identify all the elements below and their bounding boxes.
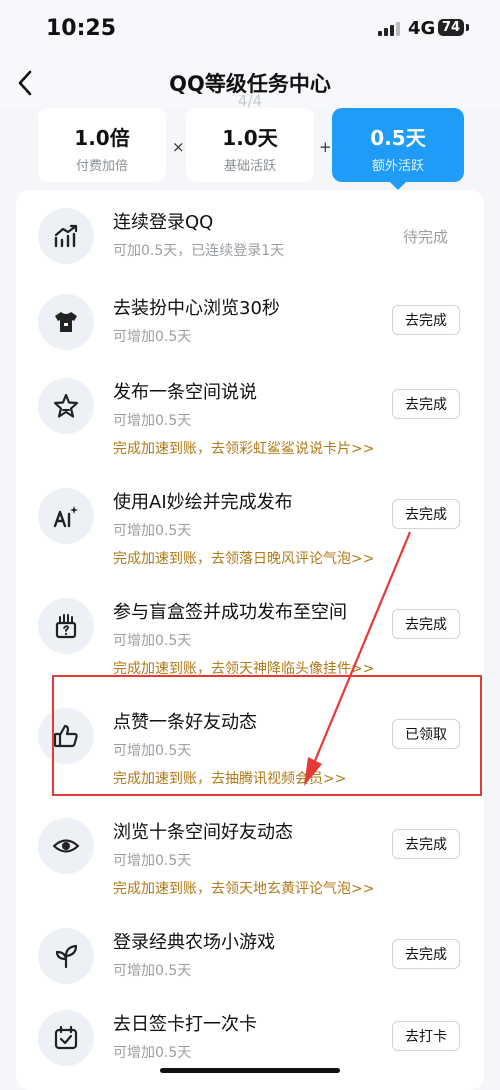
task-promo-link[interactable]: 完成加速到账，去领彩虹鲨鲨说说卡片>>	[113, 438, 374, 458]
blind-box-icon	[55, 614, 77, 639]
task-icon-bg	[38, 488, 94, 544]
task-title: 去装扮中心浏览30秒	[113, 298, 280, 319]
task-title: 浏览十条空间好友动态	[113, 822, 293, 843]
annotation-highlight-box	[52, 675, 482, 796]
task-reward: 可加0.5天，已连续登录1天	[113, 243, 285, 259]
multiplier-label: 付费加倍	[75, 159, 128, 174]
go-complete-button[interactable]: 去完成	[392, 389, 460, 419]
multiplier-value: 0.5天	[370, 126, 426, 150]
eye-icon	[52, 839, 80, 853]
multiplier-paid: 1.0倍 付费加倍	[38, 108, 166, 182]
task-reward: 可增加0.5天	[113, 1045, 192, 1061]
go-complete-button[interactable]: 去完成	[392, 305, 460, 335]
task-icon-bg	[38, 1010, 94, 1066]
task-reward: 可增加0.5天	[113, 523, 192, 539]
sprout-icon	[55, 944, 78, 969]
task-reward: 可增加0.5天	[113, 633, 192, 649]
times-operator: ×	[172, 138, 185, 156]
task-reward: 可增加0.5天	[113, 853, 192, 869]
task-title: 发布一条空间说说	[113, 382, 257, 403]
home-indicator	[160, 1068, 340, 1073]
star-icon	[53, 393, 79, 418]
task-promo-link[interactable]: 完成加速到账，去领落日晚风评论气泡>>	[113, 548, 374, 568]
task-icon-bg	[38, 294, 94, 350]
task-title: 使用AI妙绘并完成发布	[113, 492, 293, 513]
task-title: 连续登录QQ	[113, 212, 214, 233]
signal-icon	[378, 22, 400, 36]
task-icon-bg	[38, 818, 94, 874]
task-icon-bg	[38, 208, 94, 264]
go-checkin-button[interactable]: 去打卡	[392, 1021, 460, 1051]
task-icon-bg	[38, 378, 94, 434]
status-time: 10:25	[46, 16, 117, 41]
task-title: 登录经典农场小游戏	[113, 932, 275, 953]
calendar-check-icon	[54, 1025, 78, 1050]
task-reward: 可增加0.5天	[113, 413, 192, 429]
task-promo-link[interactable]: 完成加速到账，去领天地玄黄评论气泡>>	[113, 878, 374, 898]
ai-draw-icon	[53, 506, 78, 528]
task-icon-bg	[38, 598, 94, 654]
task-status-pending: 待完成	[403, 228, 449, 246]
battery-icon: 74	[438, 19, 464, 36]
task-reward: 可增加0.5天	[113, 963, 192, 979]
trend-chart-icon	[54, 224, 78, 248]
go-complete-button[interactable]: 去完成	[392, 609, 460, 639]
multiplier-value: 1.0倍	[74, 126, 130, 150]
status-bar: 10:25 4G 74	[0, 0, 500, 58]
task-icon-bg	[38, 928, 94, 984]
task-title: 参与盲盒签并成功发布至空间	[113, 602, 347, 623]
battery-tip	[466, 24, 469, 31]
go-complete-button[interactable]: 去完成	[392, 499, 460, 529]
task-title: 去日签卡打一次卡	[113, 1014, 257, 1035]
multiplier-label: 基础活跃	[223, 159, 276, 174]
plus-operator: +	[319, 138, 332, 156]
multiplier-extra[interactable]: 0.5天 额外活跃	[332, 108, 464, 190]
network-type: 4G	[408, 18, 436, 39]
go-complete-button[interactable]: 去完成	[392, 829, 460, 859]
multiplier-base: 1.0天 基础活跃	[186, 108, 314, 182]
tshirt-icon	[55, 312, 77, 332]
task-reward: 可增加0.5天	[113, 329, 192, 345]
multiplier-value: 1.0天	[222, 126, 278, 150]
multiplier-label: 额外活跃	[371, 159, 424, 174]
go-complete-button[interactable]: 去完成	[392, 939, 460, 969]
